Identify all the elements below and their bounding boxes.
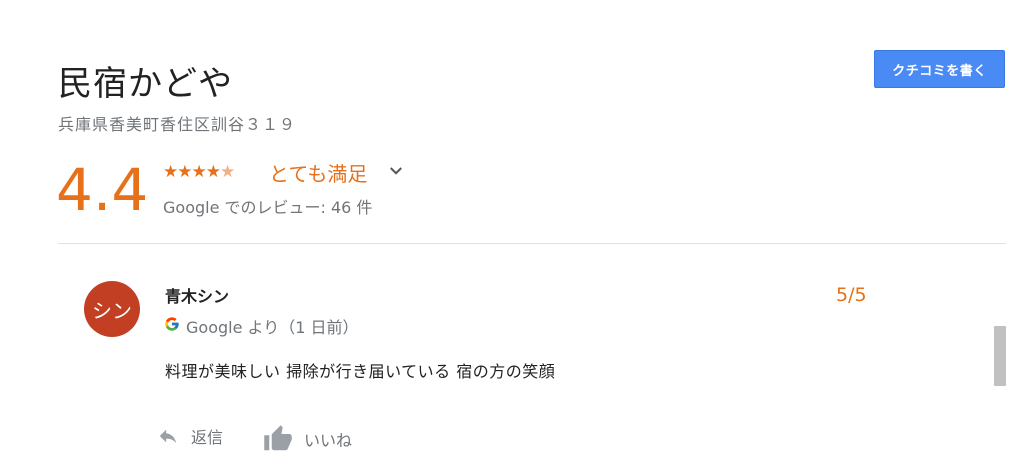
business-address: 兵庫県香美町香住区訓谷３１９ xyxy=(58,115,297,134)
rating-label: とても満足 xyxy=(269,162,368,186)
google-icon xyxy=(165,317,179,331)
review-text: 料理が美味しい 掃除が行き届いている 宿の方の笑顔 xyxy=(165,362,556,381)
review-count[interactable]: Google でのレビュー: 46 件 xyxy=(163,194,372,218)
review-score: 5/5 xyxy=(836,284,867,306)
avatar[interactable]: シン xyxy=(84,281,140,337)
star-icon: ★ xyxy=(163,162,178,182)
like-button[interactable]: いいね xyxy=(262,424,352,454)
divider xyxy=(58,243,1006,244)
business-name: 民宿かどや xyxy=(58,64,233,104)
half-star-icon: ★ xyxy=(220,162,235,182)
chevron-down-icon[interactable] xyxy=(387,162,405,180)
star-icon: ★ xyxy=(177,162,192,182)
star-icon: ★ xyxy=(205,162,221,182)
star-icon: ★ xyxy=(191,162,207,182)
reviewer-name[interactable]: 青木シン xyxy=(165,283,229,307)
like-label: いいね xyxy=(304,431,353,450)
reply-button[interactable]: 返信 xyxy=(155,424,223,448)
thumbs-up-icon xyxy=(264,425,292,451)
reply-icon xyxy=(159,429,177,444)
scrollbar[interactable] xyxy=(994,326,1006,386)
rating-stars: ★★★★★ xyxy=(163,162,235,182)
review-source: Google より（1 日前） xyxy=(186,318,359,337)
reply-label: 返信 xyxy=(191,428,224,447)
rating-score: 4.4 xyxy=(56,156,149,224)
write-review-button[interactable]: クチコミを書く xyxy=(874,50,1005,88)
